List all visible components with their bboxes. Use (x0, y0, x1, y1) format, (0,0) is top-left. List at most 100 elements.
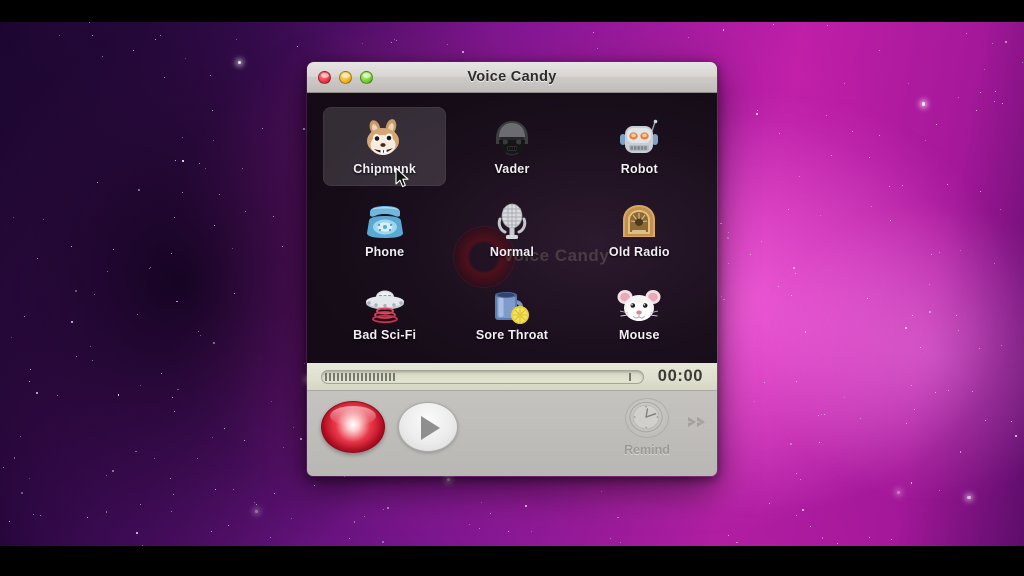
star (382, 508, 384, 510)
star (905, 327, 908, 330)
record-button[interactable] (321, 401, 385, 453)
level-meter-segment (325, 372, 327, 381)
star (957, 96, 959, 98)
star (468, 523, 470, 525)
effect-cell-phone[interactable]: Phone (323, 190, 446, 269)
star (93, 294, 95, 296)
level-meter-segment (389, 372, 391, 381)
star (313, 484, 315, 486)
star (799, 479, 801, 481)
effect-label: Chipmunk (353, 161, 417, 176)
effect-cell-mouse[interactable]: Mouse (578, 274, 701, 353)
star (290, 518, 292, 519)
effect-label: Bad Sci-Fi (353, 328, 417, 343)
vader-helmet-icon (489, 118, 535, 160)
star (960, 250, 962, 252)
star (446, 43, 448, 45)
remind-control[interactable]: Remind (608, 398, 686, 457)
star (234, 293, 236, 294)
star (172, 397, 174, 398)
star (924, 140, 926, 141)
star (878, 50, 881, 52)
star (793, 267, 795, 269)
effect-cell-chipmunk[interactable]: Chipmunk (323, 107, 447, 187)
transport-buttons-row: Remind (307, 391, 717, 476)
level-meter-segment (377, 372, 379, 381)
star (955, 314, 958, 317)
star (820, 214, 822, 217)
star (859, 417, 861, 419)
star (778, 286, 780, 288)
minimize-button[interactable] (339, 70, 352, 84)
star (149, 266, 151, 268)
star (524, 504, 527, 507)
share-arrow-icon[interactable] (686, 413, 712, 431)
star (976, 110, 978, 112)
zoom-button[interactable] (360, 70, 373, 84)
star (300, 438, 302, 440)
star (211, 530, 213, 532)
star (292, 426, 294, 428)
star (231, 247, 233, 249)
level-meter-segment (365, 372, 367, 381)
effect-cell-old-radio[interactable]: Old Radio (578, 190, 701, 269)
star (74, 290, 77, 293)
star (218, 193, 220, 195)
star (819, 441, 821, 443)
star (215, 488, 217, 490)
star (947, 184, 949, 185)
level-meter[interactable] (321, 369, 644, 384)
star (212, 109, 214, 111)
star (224, 428, 226, 430)
effect-cell-normal[interactable]: Normal (450, 190, 573, 269)
star (462, 51, 464, 53)
star (479, 527, 481, 529)
star (137, 313, 139, 316)
screen: Voice Candy Voice Candy Chipmunk Vader R… (0, 0, 1024, 576)
effect-cell-sore-throat[interactable]: Sore Throat (450, 274, 573, 353)
star (906, 423, 908, 424)
effects-grid: Chipmunk Vader Robot Phone Normal Old Ra… (307, 93, 717, 363)
radio-icon (616, 201, 662, 243)
star (727, 534, 729, 536)
level-meter-segment (349, 372, 351, 381)
star (723, 298, 725, 301)
star (736, 542, 738, 544)
star (200, 334, 202, 336)
star (790, 443, 792, 446)
level-meter-playhead[interactable] (628, 372, 631, 381)
meter-row: 00:00 (307, 363, 717, 391)
star (481, 501, 482, 503)
star (1014, 435, 1017, 438)
star (984, 419, 987, 421)
star (1002, 102, 1004, 104)
star (1022, 62, 1024, 64)
star (489, 513, 491, 515)
star (879, 135, 880, 136)
level-meter-segment (393, 372, 395, 381)
star (1005, 41, 1008, 44)
star (919, 346, 921, 348)
star (790, 295, 792, 297)
star (37, 258, 39, 259)
star (531, 531, 533, 532)
window-titlebar[interactable]: Voice Candy (307, 62, 717, 93)
effect-cell-vader[interactable]: Vader (450, 107, 573, 186)
play-button[interactable] (398, 402, 458, 452)
level-meter-segment (333, 372, 335, 381)
mug-lemon-icon (489, 284, 535, 326)
effect-cell-bad-sci-fi[interactable]: Bad Sci-Fi (323, 274, 446, 353)
star (169, 477, 172, 480)
star (213, 224, 215, 226)
star (242, 168, 244, 170)
star (303, 362, 305, 364)
effect-cell-robot[interactable]: Robot (578, 107, 701, 186)
star (172, 493, 174, 495)
star (798, 176, 800, 178)
star (237, 60, 241, 64)
star (957, 329, 959, 331)
effect-label: Mouse (619, 328, 660, 343)
close-button[interactable] (318, 70, 331, 84)
star (939, 490, 940, 492)
star (198, 163, 200, 165)
